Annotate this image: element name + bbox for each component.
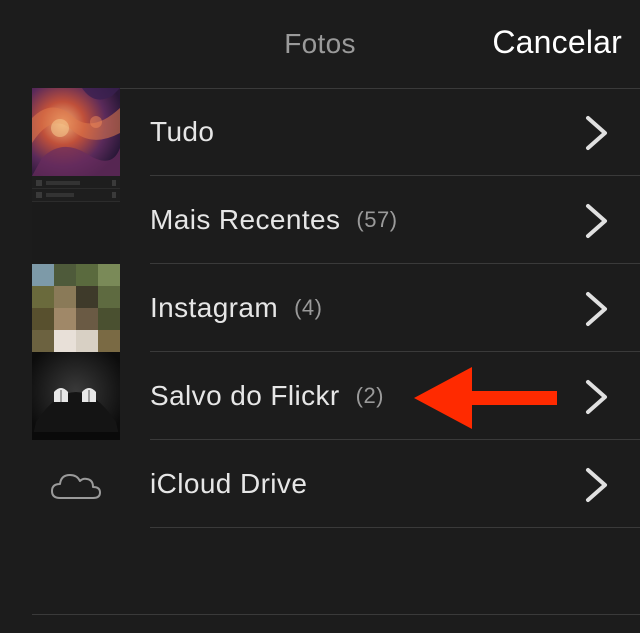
album-label: Mais Recentes [150, 204, 341, 235]
chevron-right-icon [586, 116, 607, 150]
annotation-arrow-icon [414, 367, 557, 429]
album-row-icloud-drive[interactable]: iCloud Drive [0, 440, 640, 528]
album-label: Salvo do Flickr [150, 380, 340, 411]
navigation-bar: Fotos Cancelar [0, 0, 640, 88]
dark-windows-thumbnail [32, 352, 120, 440]
nebula-thumbnail [32, 88, 120, 176]
album-label: Instagram [150, 292, 279, 323]
album-row-mais-recentes[interactable]: Mais Recentes (57) [0, 176, 640, 264]
album-label: iCloud Drive [150, 468, 308, 499]
cloud-icon [32, 440, 120, 528]
album-count: (4) [294, 295, 323, 320]
chevron-right-icon [586, 380, 607, 414]
album-row-tudo[interactable]: Tudo [0, 88, 640, 176]
photo-picker-screen: Fotos Cancelar Tudo Mais Recentes (57) I… [0, 0, 640, 633]
bottom-divider [32, 614, 640, 615]
album-count: (2) [355, 383, 385, 408]
cancel-button[interactable]: Cancelar [492, 24, 622, 61]
chevron-right-icon [586, 204, 607, 238]
screenshot-thumbnail [32, 176, 120, 264]
album-list: Tudo Mais Recentes (57) Instagram (4) Sa… [0, 88, 640, 528]
chevron-right-icon [586, 468, 607, 502]
chevron-right-icon [586, 292, 607, 326]
album-count: (57) [356, 207, 398, 232]
album-row-instagram[interactable]: Instagram (4) [0, 264, 640, 352]
album-label: Tudo [150, 116, 215, 147]
row-divider [150, 527, 640, 528]
pixelated-photo-thumbnail [32, 264, 120, 352]
